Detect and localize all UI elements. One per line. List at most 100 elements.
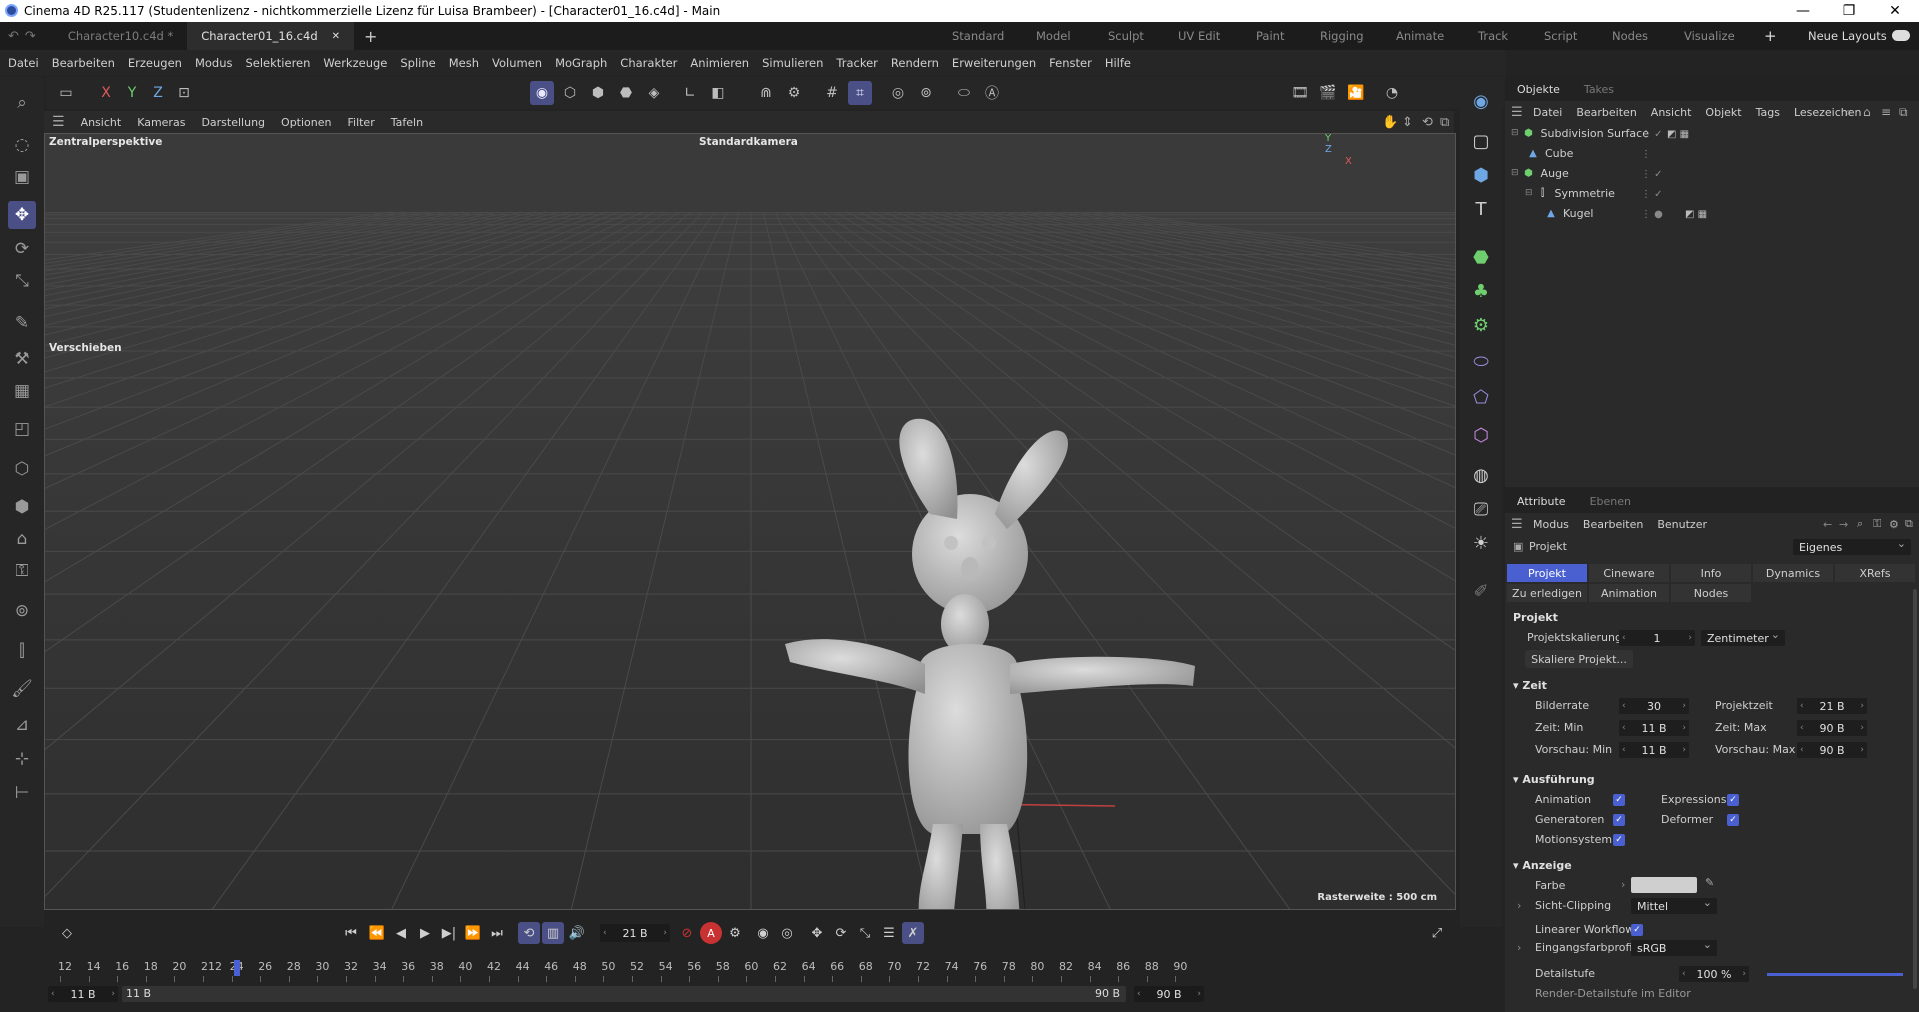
- tab-takes[interactable]: Takes: [1572, 83, 1626, 96]
- snap-icon[interactable]: ⊹: [8, 745, 36, 773]
- brush-icon[interactable]: 🖌: [8, 675, 36, 703]
- zeit-min-input[interactable]: ‹ 11 B ›: [1619, 720, 1689, 736]
- layout-visualize[interactable]: Visualize: [1684, 22, 1735, 50]
- layout-track[interactable]: Track: [1478, 22, 1508, 50]
- scale-tool-icon[interactable]: ⤡: [8, 267, 36, 295]
- mode-dropdown[interactable]: Eigenes: [1793, 537, 1911, 555]
- solo-icon[interactable]: ◧: [706, 81, 730, 105]
- layout-standard[interactable]: Standard: [952, 22, 1004, 50]
- increment-icon[interactable]: ›: [1682, 698, 1686, 714]
- visibility-toggles[interactable]: ⋮ ✓ ⋮ ⋮ ✓ ⋮ ✓ ⋮ ●: [1641, 125, 1663, 225]
- color-picker-icon[interactable]: ✎: [1705, 876, 1714, 889]
- axis-x-toggle[interactable]: X: [94, 81, 118, 105]
- render-active-icon[interactable]: 🎞: [1288, 81, 1312, 105]
- attr-menu-benutzer[interactable]: Benutzer: [1657, 518, 1707, 531]
- camera-name[interactable]: Standardkamera: [699, 136, 798, 148]
- vp-menu-optionen[interactable]: Optionen: [281, 116, 331, 129]
- layout-rigging[interactable]: Rigging: [1320, 22, 1364, 50]
- decrement-icon[interactable]: ‹: [1622, 742, 1626, 758]
- expressions-checkbox[interactable]: ✓: [1727, 794, 1739, 806]
- increment-icon[interactable]: ›: [1688, 630, 1692, 646]
- lod-icon[interactable]: ⬭: [952, 81, 976, 105]
- menu-simulieren[interactable]: Simulieren: [762, 56, 823, 70]
- hamburger-icon[interactable]: ☰: [1511, 517, 1523, 532]
- subtab-xrefs[interactable]: XRefs: [1835, 564, 1915, 582]
- texture-icon[interactable]: ⬢: [8, 493, 36, 521]
- menu-modus[interactable]: Modus: [195, 56, 233, 70]
- tab-character01[interactable]: Character01_16.c4d ✕: [187, 22, 355, 50]
- increment-icon[interactable]: ›: [1860, 742, 1864, 758]
- expand-icon[interactable]: ›: [1621, 878, 1625, 891]
- text-icon[interactable]: T: [1467, 195, 1495, 223]
- magnet-icon[interactable]: ⋒: [754, 81, 778, 105]
- gear-icon[interactable]: ⚙: [1467, 311, 1495, 339]
- neue-layouts-button[interactable]: Neue Layouts: [1808, 22, 1887, 50]
- unit-dropdown[interactable]: Zentimeter: [1701, 628, 1785, 646]
- light-icon[interactable]: ☀: [1467, 529, 1495, 557]
- spline-rect-icon[interactable]: ▢: [1467, 127, 1495, 155]
- menu-hilfe[interactable]: Hilfe: [1105, 56, 1131, 70]
- cube-icon[interactable]: ⬢: [1467, 161, 1495, 189]
- box-material-icon[interactable]: ⬡: [8, 455, 36, 483]
- subtab-nodes[interactable]: Nodes: [1671, 584, 1751, 602]
- paint-icon[interactable]: ▦: [8, 377, 36, 405]
- object-row-subdivision[interactable]: ⊟ ⬢ Subdivision Surface: [1505, 123, 1919, 143]
- bilderrate-input[interactable]: ‹ 30 ›: [1619, 698, 1689, 714]
- menu-tracker[interactable]: Tracker: [836, 56, 878, 70]
- hamburger-icon[interactable]: ☰: [1511, 105, 1523, 120]
- move-tool-icon[interactable]: ✥: [8, 201, 36, 229]
- decrement-icon[interactable]: ‹: [1800, 720, 1804, 736]
- vp-menu-filter[interactable]: Filter: [347, 116, 374, 129]
- points-mode-icon[interactable]: ⬡: [558, 81, 582, 105]
- object-row-cube[interactable]: ▲ Cube: [1505, 143, 1919, 163]
- vp-menu-ansicht[interactable]: Ansicht: [81, 116, 122, 129]
- subtab-dynamics[interactable]: Dynamics: [1753, 564, 1833, 582]
- deformer-icon[interactable]: ⬭: [1467, 347, 1495, 375]
- decrement-icon[interactable]: ‹: [1622, 698, 1626, 714]
- increment-icon[interactable]: ›: [1682, 742, 1686, 758]
- vp-menu-darstellung[interactable]: Darstellung: [201, 116, 265, 129]
- decrement-icon[interactable]: ‹: [1137, 986, 1141, 1002]
- expand-icon[interactable]: ⧉: [1905, 517, 1913, 531]
- rotate-tool-icon[interactable]: ⟳: [8, 235, 36, 263]
- sicht-clipping-dropdown[interactable]: Mittel: [1631, 896, 1717, 914]
- tab-character10[interactable]: Character10.c4d *: [54, 22, 187, 50]
- collapse-icon[interactable]: ⊟: [1511, 168, 1519, 178]
- settings-icon[interactable]: ⚙: [1889, 518, 1899, 531]
- object-row-symmetrie[interactable]: ⊟ ⫿ Symmetrie: [1505, 183, 1919, 203]
- obj-menu-datei[interactable]: Datei: [1533, 106, 1562, 119]
- eingangsfarbprofil-dropdown[interactable]: sRGB: [1631, 938, 1717, 956]
- vp-menu-tafeln[interactable]: Tafeln: [391, 116, 423, 129]
- orbit-icon[interactable]: ⟲: [1422, 115, 1433, 130]
- tab-objekte[interactable]: Objekte: [1505, 83, 1572, 96]
- animation-checkbox[interactable]: ✓: [1613, 794, 1625, 806]
- expand-icon[interactable]: ⧉: [1899, 105, 1908, 120]
- camera-icon[interactable]: ⎚: [1467, 495, 1495, 523]
- lock-icon[interactable]: ⚿: [8, 557, 36, 585]
- zeit-max-input[interactable]: ‹ 90 B ›: [1797, 720, 1867, 736]
- menu-spline[interactable]: Spline: [400, 56, 435, 70]
- sky-icon[interactable]: ◍: [1467, 461, 1495, 489]
- layout-sculpt[interactable]: Sculpt: [1108, 22, 1144, 50]
- back-icon[interactable]: ←: [1823, 518, 1832, 531]
- undo-tool-icon[interactable]: ▭: [54, 81, 78, 105]
- attr-menu-bearbeiten[interactable]: Bearbeiten: [1583, 518, 1643, 531]
- layout-script[interactable]: Script: [1544, 22, 1577, 50]
- render-settings-icon[interactable]: ⊚: [914, 81, 938, 105]
- add-layout-icon[interactable]: +: [1764, 22, 1777, 50]
- section-ausfuehrung[interactable]: ▾ Ausführung: [1513, 773, 1595, 786]
- axis-y-toggle[interactable]: Y: [120, 81, 144, 105]
- menu-datei[interactable]: Datei: [8, 56, 39, 70]
- close-tab-icon[interactable]: ✕: [332, 31, 340, 42]
- object-manager-icon[interactable]: ◉: [1467, 87, 1495, 115]
- decrement-icon[interactable]: ‹: [1622, 720, 1626, 736]
- render-picture-icon[interactable]: 🎬: [1316, 81, 1340, 105]
- menu-bearbeiten[interactable]: Bearbeiten: [52, 56, 115, 70]
- coordinate-system-icon[interactable]: ⊡: [172, 81, 196, 105]
- menu-fenster[interactable]: Fenster: [1049, 56, 1092, 70]
- minimize-button[interactable]: —: [1780, 0, 1826, 22]
- menu-mograph[interactable]: MoGraph: [555, 56, 607, 70]
- maximize-button[interactable]: ❐: [1826, 0, 1872, 22]
- grid-snap-icon[interactable]: #: [820, 81, 844, 105]
- menu-rendern[interactable]: Rendern: [891, 56, 939, 70]
